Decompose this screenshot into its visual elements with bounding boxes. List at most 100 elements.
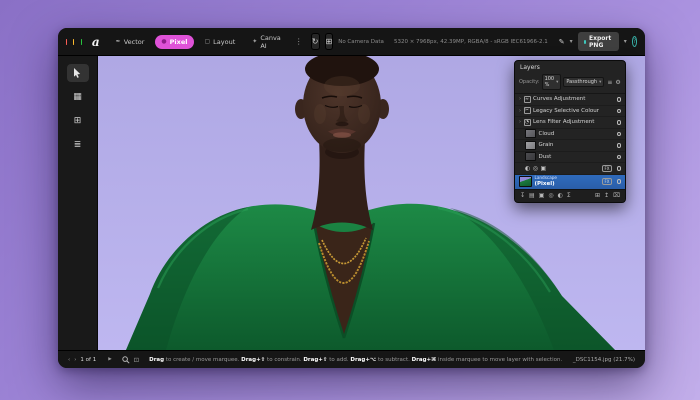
layer-row-lens-filter-adjustment[interactable]: › ◔ Lens Filter Adjustment	[515, 117, 625, 129]
visibility-eye-icon[interactable]	[617, 179, 622, 184]
layer-thumbnail	[525, 129, 536, 138]
rotate-icon: ↻	[312, 37, 319, 46]
live-filter-icon[interactable]: Σ	[567, 192, 571, 199]
cursor-arrow-icon	[73, 68, 82, 79]
zoom-magnifier-icon[interactable]	[122, 356, 130, 364]
chevron-down-icon: ▾	[599, 80, 601, 85]
persona-label: Canva AI	[260, 34, 280, 50]
pan-view-icon[interactable]: ⊡	[134, 356, 139, 364]
layer-row-grain[interactable]: Grain	[515, 140, 625, 152]
mesh-grid-icon: ⊞	[74, 116, 82, 126]
document-info: 5320 × 7968px, 42.39MP, RGBA/8 - sRGB IE…	[394, 39, 548, 45]
desktop-background: a ✒ Vector ● Pixel ▢ Layout ✦ Canva AI ⋮…	[0, 0, 700, 400]
chevron-right-icon[interactable]: ›	[519, 96, 521, 102]
blend-mode-dropdown[interactable]: Passthrough ▾	[563, 77, 604, 87]
visibility-eye-icon[interactable]	[617, 155, 622, 160]
chevron-right-icon[interactable]: ›	[519, 119, 521, 125]
fx-badge[interactable]: FX	[602, 165, 612, 173]
export-png-button[interactable]: Export PNG	[578, 32, 619, 51]
mask-layer-icon[interactable]: ◎	[548, 192, 553, 199]
marquee-tool-button[interactable]: ▦	[67, 88, 89, 106]
layer-label: Legacy Selective Colour	[533, 108, 599, 114]
chevron-down-icon: ▾	[556, 80, 558, 85]
fx-badge[interactable]: FX	[602, 178, 612, 186]
visibility-eye-icon[interactable]	[617, 132, 622, 137]
layers-stack-tool-button[interactable]: ≣	[67, 136, 89, 154]
layer-thumbnail	[525, 141, 536, 150]
layer-label: Lens Filter Adjustment	[533, 119, 594, 125]
mask-circle-icon[interactable]: ◎	[533, 165, 538, 172]
persona-tab-canva-ai[interactable]: ✦ Canva AI	[246, 31, 287, 53]
app-window: a ✒ Vector ● Pixel ▢ Layout ✦ Canva AI ⋮…	[58, 28, 645, 368]
rotate-canvas-button[interactable]: ↻	[311, 33, 320, 50]
persona-tab-vector[interactable]: ✒ Vector	[110, 35, 151, 49]
layer-row-legacy-selective-colour[interactable]: › ✂ Legacy Selective Colour	[515, 106, 625, 118]
layer-thumbnail	[525, 152, 536, 161]
tools-sidebar: ▦ ⊞ ≣	[58, 56, 98, 350]
layer-row-curves-adjustment[interactable]: › ≈ Curves Adjustment	[515, 94, 625, 106]
blend-half-icon[interactable]: ◐	[525, 165, 530, 172]
lens-filter-icon: ◔	[524, 119, 531, 126]
move-up-icon[interactable]: ↥	[604, 192, 609, 199]
layer-row-dust[interactable]: Dust	[515, 152, 625, 164]
move-tool-button[interactable]	[67, 64, 89, 82]
layer-label: Cloud	[539, 131, 555, 137]
selective-colour-icon: ✂	[524, 107, 531, 114]
statusbar: ‹ › 1 of 1 ▶ ⊡ Drag to create / move mar…	[58, 350, 645, 368]
export-label: Export PNG	[589, 35, 613, 49]
opacity-value: 100 %	[545, 76, 555, 88]
panel-menu-icon[interactable]: ≡	[607, 79, 612, 86]
gear-icon[interactable]: ⚙	[615, 79, 620, 86]
fill-square-icon[interactable]: ▣	[541, 165, 547, 172]
help-button[interactable]: ?	[632, 36, 637, 47]
marquee-icon: ▦	[73, 92, 82, 102]
play-icon[interactable]: ▶	[108, 357, 111, 362]
chevron-down-icon[interactable]: ▾	[570, 38, 573, 45]
add-layer-icon[interactable]: ↧	[520, 192, 525, 199]
persona-tab-layout[interactable]: ▢ Layout	[199, 35, 242, 49]
chevron-right-icon[interactable]: ›	[519, 108, 521, 114]
visibility-eye-icon[interactable]	[617, 109, 622, 114]
adjustment-icon[interactable]: ◐	[558, 192, 563, 199]
delete-layer-icon[interactable]: ⌧	[613, 192, 620, 199]
persona-label: Vector	[124, 38, 145, 46]
persona-tab-pixel[interactable]: ● Pixel	[155, 35, 193, 49]
new-pixel-layer-icon[interactable]: ▣	[539, 192, 545, 199]
mesh-warp-tool-button[interactable]: ⊞	[67, 112, 89, 130]
layer-row-cloud[interactable]: Cloud	[515, 129, 625, 141]
layout-frame-icon: ▢	[205, 38, 211, 45]
pen-nib-icon: ✒	[116, 38, 121, 45]
persona-label: Layout	[213, 38, 235, 46]
duplicate-icon[interactable]: ⊞	[595, 192, 600, 199]
layers-panel-footer: ↧ ▤ ▣ ◎ ◐ Σ ⊞ ↥ ⌧	[515, 189, 625, 202]
layer-meta: Landscape (Pixel)	[535, 176, 558, 187]
tool-hint: Drag to create / move marquee. Drag+⇧ to…	[149, 357, 562, 363]
group-folder-icon[interactable]: ▤	[529, 192, 535, 199]
visibility-eye-icon[interactable]	[617, 166, 622, 171]
next-page-icon[interactable]: ›	[74, 357, 76, 363]
insert-icon: ⊞	[326, 37, 333, 46]
curves-adjustment-icon: ≈	[524, 96, 531, 103]
layer-row-effects[interactable]: ◐ ◎ ▣ FX	[515, 163, 625, 175]
more-personas-icon[interactable]: ⋮	[292, 37, 306, 46]
insert-target-button[interactable]: ⊞	[325, 33, 334, 50]
png-icon	[584, 40, 586, 44]
layer-label: Dust	[539, 154, 552, 160]
export-options-icon[interactable]: ▾	[624, 38, 627, 45]
titlebar: a ✒ Vector ● Pixel ▢ Layout ✦ Canva AI ⋮…	[58, 28, 645, 56]
blend-mode-value: Passthrough	[566, 79, 597, 85]
visibility-eye-icon[interactable]	[617, 143, 622, 148]
page-indicator: 1 of 1	[80, 357, 96, 363]
camera-data-status: No Camera Data	[338, 39, 384, 45]
prev-page-icon[interactable]: ‹	[68, 357, 70, 363]
visibility-eye-icon[interactable]	[617, 97, 622, 102]
stack-icon: ≣	[74, 140, 82, 150]
brush-settings-icon[interactable]: ✎	[559, 38, 565, 46]
layers-panel: Layers Opacity: 100 % ▾ Passthrough ▾ ≡ …	[514, 60, 626, 203]
layer-row-selected-pixel[interactable]: Landscape (Pixel) FX	[515, 175, 625, 189]
sparkle-icon: ✦	[252, 38, 257, 45]
opacity-value-dropdown[interactable]: 100 % ▾	[542, 74, 562, 90]
help-label: ?	[633, 38, 636, 45]
visibility-eye-icon[interactable]	[617, 120, 622, 125]
layer-label: (Pixel)	[535, 181, 558, 187]
